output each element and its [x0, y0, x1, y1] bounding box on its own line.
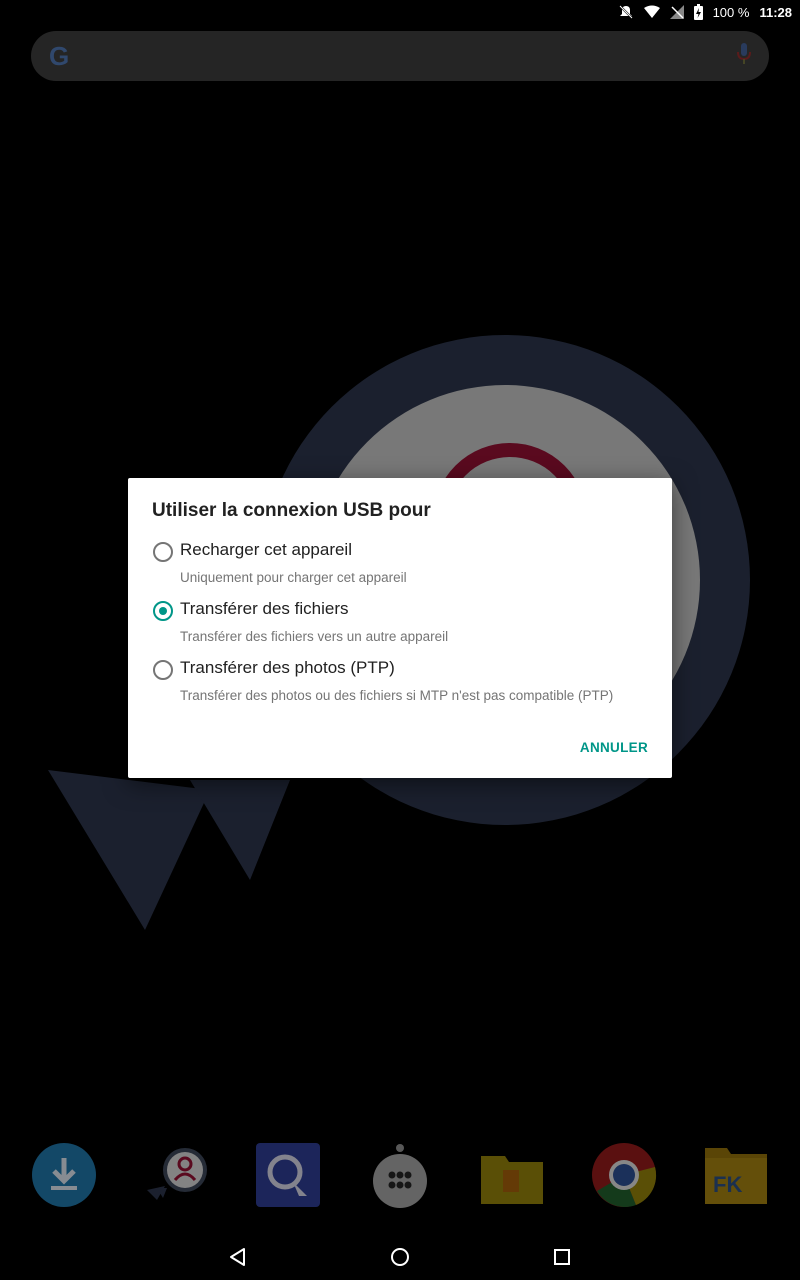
battery-percent: 100 % [712, 4, 750, 20]
option-description: Uniquement pour charger cet appareil [180, 570, 407, 585]
option-label: Transférer des photos (PTP) [180, 658, 395, 677]
option-charge[interactable]: Recharger cet appareil Uniquement pour c… [152, 540, 652, 596]
clock: 11:28 [759, 4, 792, 20]
recents-icon[interactable] [547, 1242, 577, 1272]
navigation-bar [0, 1232, 800, 1280]
usb-connection-dialog: Utiliser la connexion USB pour Recharger… [128, 478, 672, 778]
option-label: Transférer des fichiers [180, 599, 349, 618]
radio-photo-transfer[interactable] [153, 660, 173, 680]
option-file-transfer[interactable]: Transférer des fichiers Transférer des f… [152, 599, 652, 655]
back-icon[interactable] [223, 1242, 253, 1272]
signal-off-icon [669, 5, 684, 19]
cancel-button[interactable]: ANNULER [580, 740, 648, 755]
option-description: Transférer des fichiers vers un autre ap… [180, 629, 449, 644]
status-bar: 100 % 11:28 [0, 0, 800, 24]
battery-charging-icon [693, 4, 703, 20]
wifi-icon [643, 5, 660, 19]
dialog-title: Utiliser la connexion USB pour [152, 500, 431, 521]
radio-charge[interactable] [153, 542, 173, 562]
home-icon[interactable] [385, 1242, 415, 1272]
option-description: Transférer des photos ou des fichiers si… [180, 688, 614, 703]
radio-file-transfer[interactable] [153, 601, 173, 621]
option-photo-transfer[interactable]: Transférer des photos (PTP) Transférer d… [152, 658, 652, 714]
option-label: Recharger cet appareil [180, 540, 352, 559]
notifications-off-icon [618, 4, 634, 20]
